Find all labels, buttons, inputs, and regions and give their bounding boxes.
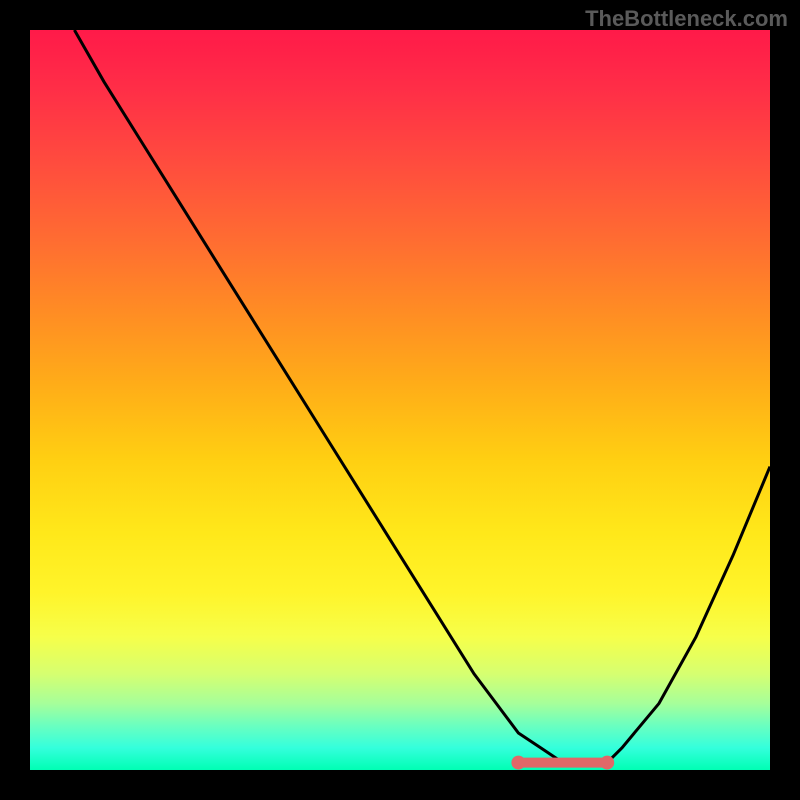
watermark-text: TheBottleneck.com <box>585 6 788 32</box>
chart-svg <box>30 30 770 770</box>
bottleneck-curve-line <box>74 30 770 763</box>
optimal-region-start-dot <box>511 756 525 770</box>
chart-plot-area <box>30 30 770 770</box>
optimal-region-end-dot <box>600 756 614 770</box>
